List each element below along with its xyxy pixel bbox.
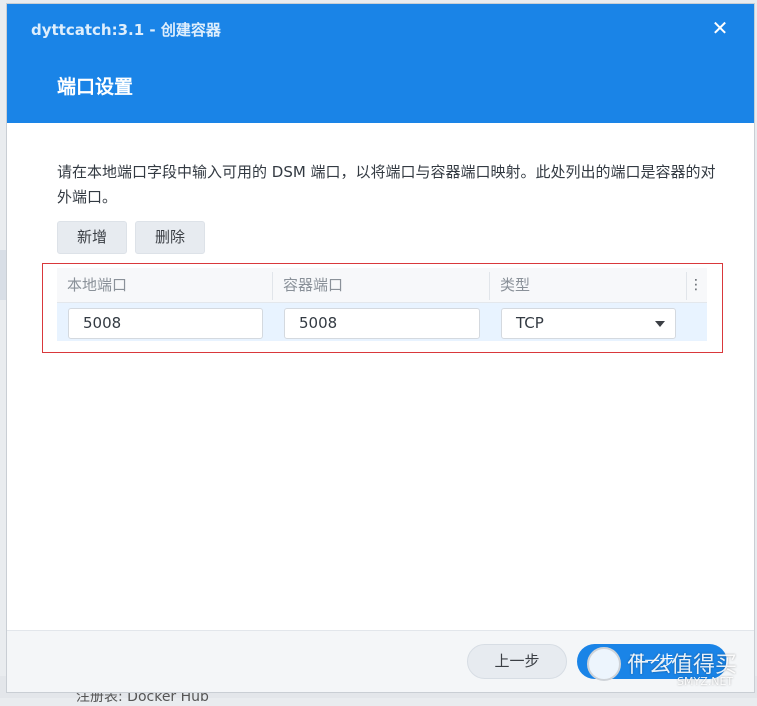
dialog-header: dyttcatch:3.1 - 创建容器 ✕ 端口设置 xyxy=(7,4,754,123)
page-title: 端口设置 xyxy=(57,76,134,98)
next-button[interactable]: 下一步 xyxy=(577,644,727,679)
previous-button[interactable]: 上一步 xyxy=(467,644,567,679)
annotation-highlight-box xyxy=(42,263,723,353)
create-container-dialog: dyttcatch:3.1 - 创建容器 ✕ 端口设置 请在本地端口字段中输入可… xyxy=(6,3,755,693)
window-title: dyttcatch:3.1 - 创建容器 xyxy=(31,21,221,39)
close-icon[interactable]: ✕ xyxy=(708,16,732,40)
add-button[interactable]: 新增 xyxy=(57,221,127,254)
dialog-footer: 上一步 下一步 xyxy=(7,631,754,692)
delete-button[interactable]: 删除 xyxy=(135,221,205,254)
page-description: 请在本地端口字段中输入可用的 DSM 端口，以将端口与容器端口映射。此处列出的端… xyxy=(57,163,716,206)
